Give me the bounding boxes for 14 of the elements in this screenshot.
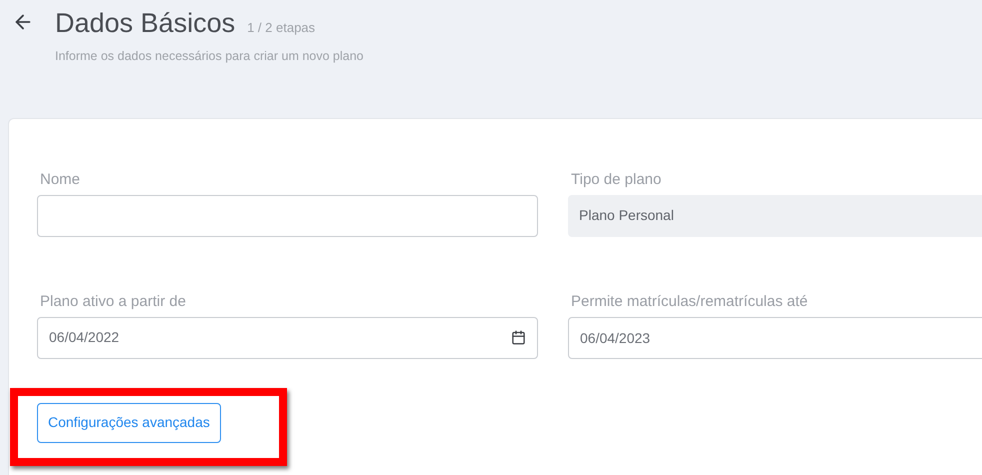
date-field[interactable]: 06/04/2022 <box>37 316 538 359</box>
input-field[interactable]: 06/04/2023 <box>568 316 982 359</box>
plan-type-field: Plano Personal <box>568 194 982 237</box>
page-title: Dados Básicos <box>55 7 236 39</box>
advanced-settings-button[interactable]: Configurações avançadas <box>37 402 221 443</box>
field-label: Plano ativo a partir de <box>40 292 187 311</box>
field-label: Tipo de plano <box>571 170 662 189</box>
field-label: Permite matrículas/rematrículas até <box>571 292 809 311</box>
page-subtitle: Informe os dados necessários para criar um novo plano <box>55 48 364 65</box>
calendar-icon[interactable] <box>511 330 526 346</box>
input-field[interactable] <box>37 194 538 237</box>
field-label: Nome <box>40 170 82 189</box>
step-counter: 1 / 2 etapas <box>247 19 316 37</box>
date-value: 06/04/2022 <box>49 328 120 348</box>
